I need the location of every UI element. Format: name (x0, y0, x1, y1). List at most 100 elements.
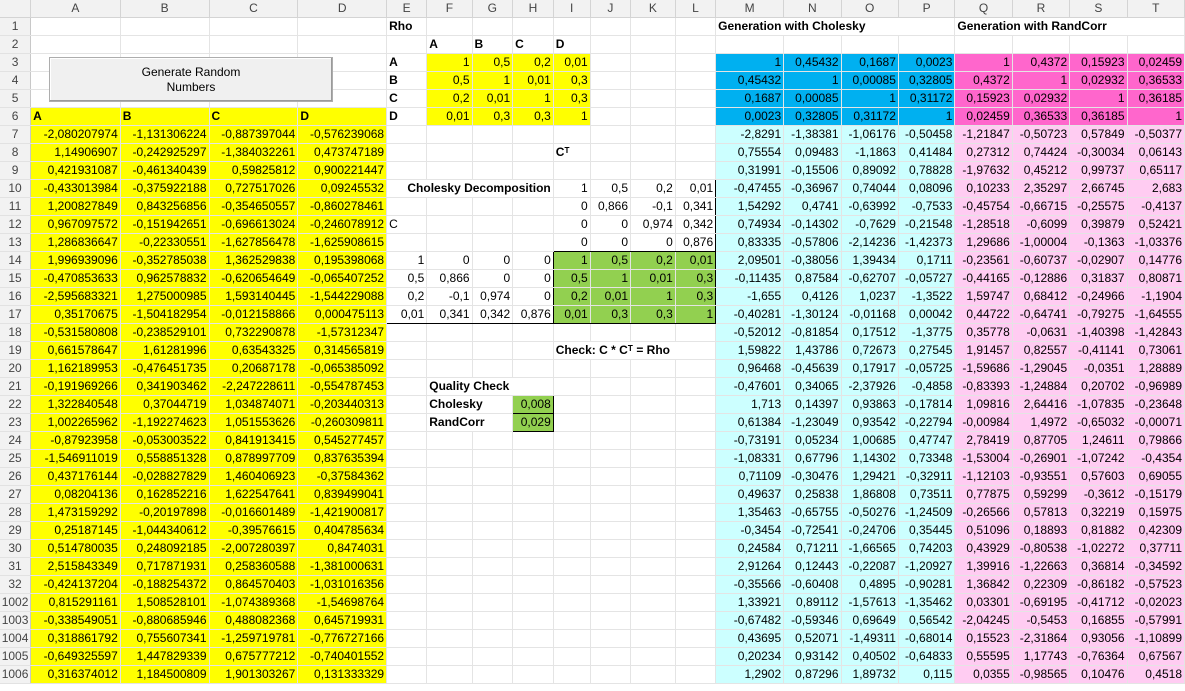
cell-e[interactable] (386, 377, 428, 396)
cell-c[interactable]: 1,593140445 (209, 287, 299, 306)
cell-o[interactable]: -0,22087 (841, 557, 899, 576)
cell-q[interactable]: 0,10233 (954, 179, 1013, 198)
cell-q[interactable]: 0,44722 (954, 305, 1013, 324)
cell-g[interactable] (472, 467, 514, 486)
cell-r[interactable] (1012, 35, 1071, 54)
cell-p[interactable]: 0,115 (898, 665, 956, 684)
cell-e[interactable]: Rho (386, 17, 428, 36)
cell-c[interactable]: -1,259719781 (209, 629, 299, 648)
column-header-t[interactable]: T (1127, 0, 1185, 18)
cell-e[interactable] (386, 341, 428, 360)
cell-c[interactable]: -1,627856478 (209, 233, 299, 252)
cell-e[interactable]: 0,01 (386, 305, 428, 324)
cell-k[interactable] (630, 359, 676, 378)
cell-k[interactable] (630, 17, 676, 36)
cell-c[interactable]: 0,732290878 (209, 323, 299, 342)
cell-j[interactable] (590, 449, 632, 468)
cell-g[interactable] (472, 359, 514, 378)
cell-t[interactable] (1127, 35, 1185, 54)
cell-h[interactable] (512, 341, 554, 360)
cell-n[interactable]: 0,71211 (783, 539, 842, 558)
cell-c[interactable]: -2,007280397 (209, 539, 299, 558)
cell-q[interactable]: 1,59747 (954, 287, 1013, 306)
cell-f[interactable] (426, 233, 473, 252)
cell-d[interactable]: -1,625908615 (297, 233, 388, 252)
column-header-n[interactable]: N (783, 0, 842, 18)
cell-p[interactable]: -1,3522 (898, 287, 956, 306)
cell-h[interactable] (512, 611, 554, 630)
cell-q[interactable]: 0,03301 (954, 593, 1013, 612)
cell-e[interactable] (386, 125, 428, 144)
cell-o[interactable]: -2,37926 (841, 377, 899, 396)
cell-k[interactable] (630, 53, 676, 72)
cell-o[interactable]: 0,72673 (841, 341, 899, 360)
cell-g[interactable]: 1 (472, 71, 514, 90)
row-header[interactable]: 21 (0, 377, 32, 396)
cell-q[interactable]: 1,09816 (954, 395, 1013, 414)
cell-s[interactable]: -0,30034 (1069, 143, 1128, 162)
cell-j[interactable] (590, 485, 632, 504)
cell-t[interactable]: 0,4518 (1127, 665, 1185, 684)
cell-e[interactable]: C (386, 89, 428, 108)
cell-r[interactable]: 0,45212 (1012, 161, 1071, 180)
cell-n[interactable]: 0,45432 (783, 53, 842, 72)
cell-a[interactable]: 0,08204136 (30, 485, 121, 504)
cell-b[interactable]: -1,044340612 (120, 521, 210, 540)
cell-s[interactable]: -0,25575 (1069, 197, 1128, 216)
cell-i[interactable] (553, 359, 591, 378)
cell-a[interactable]: 1,286836647 (30, 233, 121, 252)
cell-p[interactable]: -0,05725 (898, 359, 956, 378)
cell-k[interactable] (630, 413, 676, 432)
cell-l[interactable] (675, 413, 717, 432)
cell-m[interactable]: 0,43695 (715, 629, 785, 648)
cell-t[interactable]: -0,00071 (1127, 413, 1185, 432)
cell-m[interactable]: 0,96468 (715, 359, 785, 378)
cell-d[interactable]: -1,421900817 (297, 503, 388, 522)
cell-i[interactable] (553, 413, 591, 432)
cell-h[interactable] (512, 557, 554, 576)
cell-r[interactable]: -2,31864 (1012, 629, 1071, 648)
cell-a[interactable]: 1,162189953 (30, 359, 121, 378)
row-header[interactable]: 17 (0, 305, 32, 324)
cell-g[interactable]: 0 (472, 269, 514, 288)
cell-p[interactable]: -0,4858 (898, 377, 956, 396)
cell-g[interactable] (472, 593, 514, 612)
cell-q[interactable]: 0,51096 (954, 521, 1013, 540)
cell-g[interactable]: 0 (472, 251, 514, 270)
cell-r[interactable]: 2,64416 (1012, 395, 1071, 414)
cell-m[interactable]: 0,49637 (715, 485, 785, 504)
cell-r[interactable]: 1,17743 (1012, 647, 1071, 666)
row-header[interactable]: 32 (0, 575, 32, 594)
cell-h[interactable]: 0 (512, 287, 554, 306)
cell-f[interactable]: 0 (426, 251, 473, 270)
cell-q[interactable]: -0,45754 (954, 197, 1013, 216)
cell-c[interactable]: 0,59825812 (209, 161, 299, 180)
cell-p[interactable]: 0,00042 (898, 305, 956, 324)
column-header-i[interactable]: I (553, 0, 591, 18)
cell-a[interactable]: 1,14906907 (30, 143, 121, 162)
cell-i[interactable] (553, 575, 591, 594)
cell-s[interactable]: -0,76364 (1069, 647, 1128, 666)
cell-f[interactable]: 0,341 (426, 305, 473, 324)
cell-b[interactable]: 0,248092185 (120, 539, 210, 558)
cell-h[interactable] (512, 647, 554, 666)
cell-n[interactable]: 0,00085 (783, 89, 842, 108)
cell-s[interactable]: -0,41141 (1069, 341, 1128, 360)
cell-h[interactable]: 0,008 (512, 395, 554, 414)
cell-o[interactable]: 1,0237 (841, 287, 899, 306)
cell-h[interactable] (512, 359, 554, 378)
cell-b[interactable]: -0,20197898 (120, 503, 210, 522)
row-header[interactable]: 8 (0, 143, 32, 162)
cell-j[interactable] (590, 467, 632, 486)
cell-q[interactable]: 0,35778 (954, 323, 1013, 342)
cell-j[interactable] (590, 107, 632, 126)
cell-k[interactable] (630, 521, 676, 540)
cell-c[interactable]: 1,901303267 (209, 665, 299, 684)
cell-j[interactable]: 0,5 (590, 179, 632, 198)
cell-s[interactable]: 0,02932 (1069, 71, 1128, 90)
cell-f[interactable] (426, 17, 473, 36)
cell-b[interactable]: B (120, 107, 210, 126)
cell-m[interactable]: 0,20234 (715, 647, 785, 666)
cell-i[interactable]: 0,3 (553, 71, 591, 90)
cell-i[interactable]: 0,01 (553, 53, 591, 72)
